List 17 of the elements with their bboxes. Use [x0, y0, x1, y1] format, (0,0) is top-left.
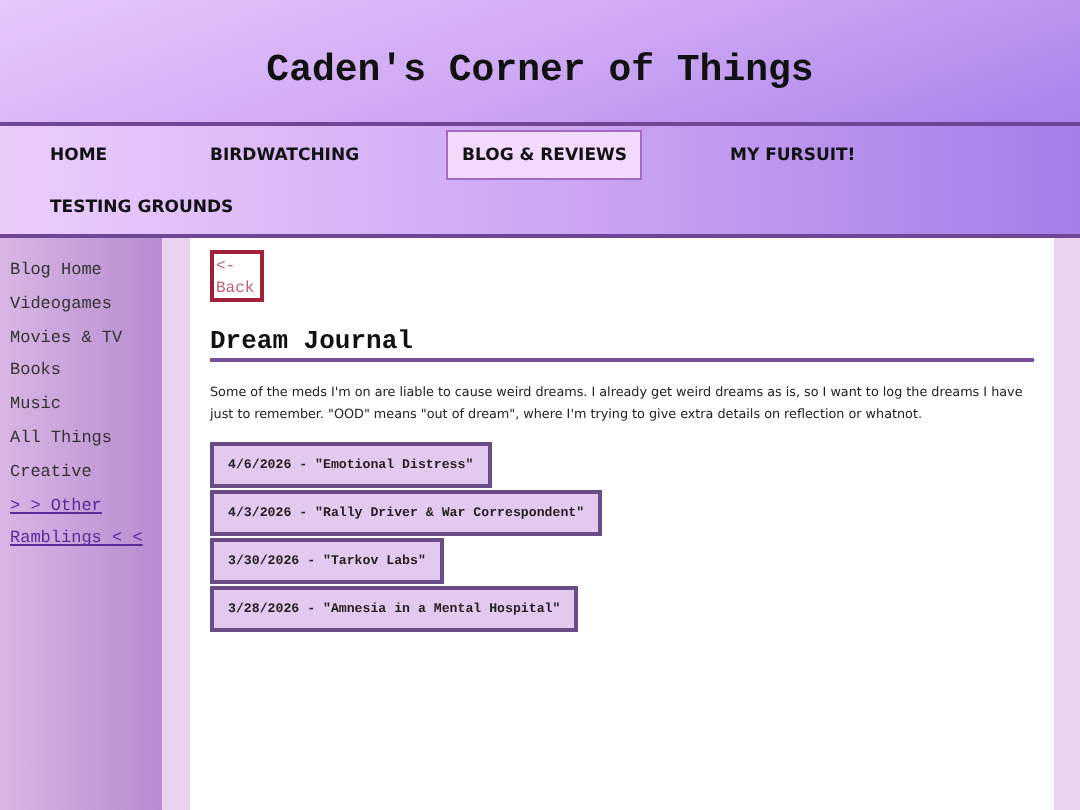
- sidebar-link[interactable]: Ramblings < <: [10, 522, 162, 557]
- sidebar-link[interactable]: Movies & TV: [10, 321, 162, 355]
- sidebar-link[interactable]: Music: [10, 388, 162, 422]
- back-button[interactable]: <- Back: [210, 250, 264, 302]
- nav-link[interactable]: BLOG & REVIEWS: [446, 130, 642, 180]
- sidebar-link[interactable]: > > Other: [10, 489, 162, 523]
- sidebar-link[interactable]: All Things: [10, 421, 162, 456]
- nav-link[interactable]: TESTING GROUNDS: [0, 182, 400, 232]
- nav-link[interactable]: HOME: [0, 130, 160, 180]
- sidebar-link[interactable]: Blog Home: [10, 254, 162, 288]
- sidebar-link[interactable]: Videogames: [10, 287, 162, 322]
- nav-link[interactable]: MY FURSUIT!: [642, 130, 982, 180]
- site-title: Caden's Corner of Things: [266, 47, 814, 91]
- sidebar-link[interactable]: Books: [10, 354, 162, 389]
- sidebar-link[interactable]: Creative: [10, 455, 162, 490]
- nav-link[interactable]: BIRDWATCHING: [160, 130, 446, 180]
- page-heading: Dream Journal: [210, 326, 1034, 362]
